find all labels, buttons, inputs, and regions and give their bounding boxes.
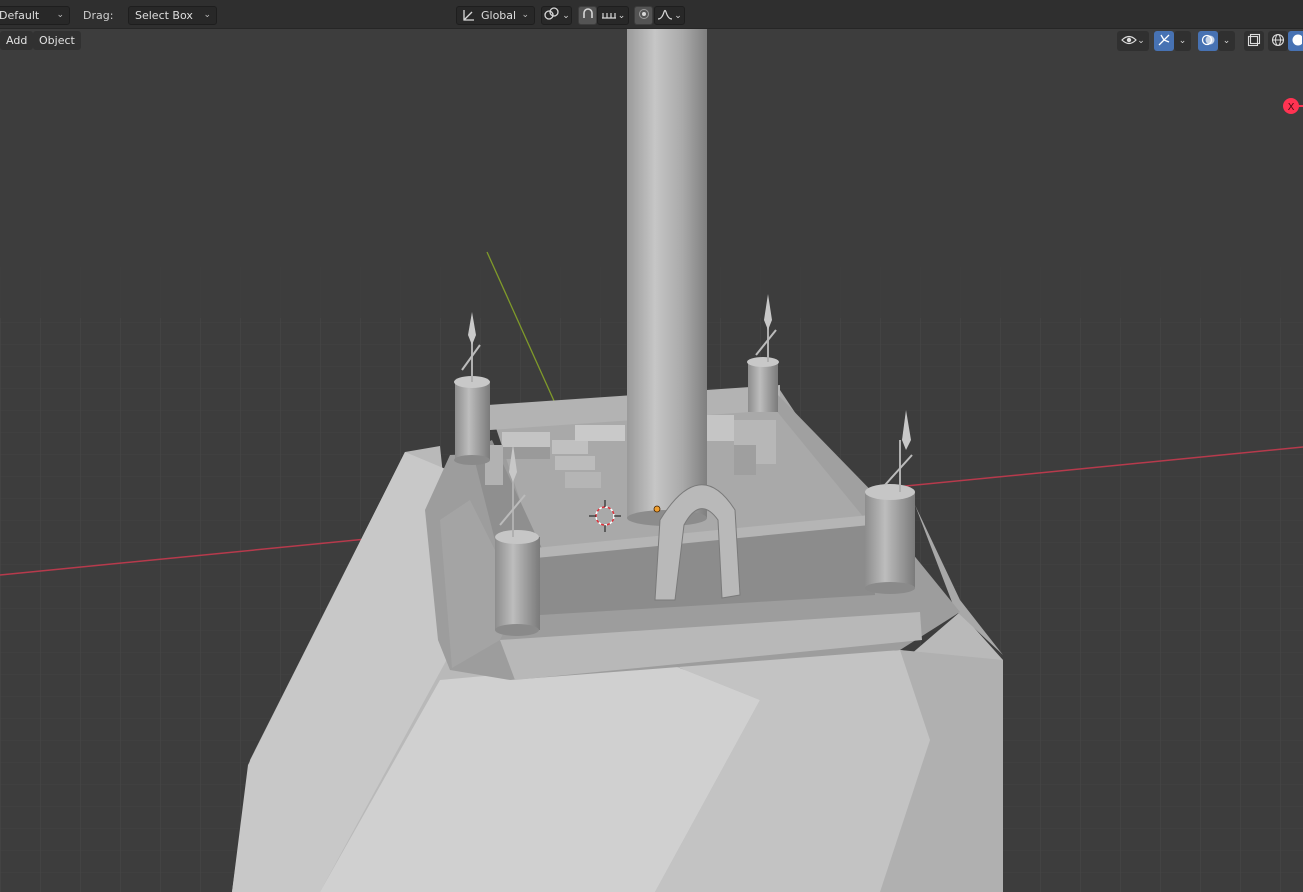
snap-increment-icon: [601, 8, 617, 23]
gizmo-dropdown[interactable]: ⌄: [1174, 31, 1191, 51]
drag-dropdown[interactable]: Select Box ⌄: [128, 6, 217, 25]
overlay-dropdown[interactable]: ⌄: [1218, 31, 1235, 51]
drag-value: Select Box: [135, 9, 193, 22]
wireframe-shading-icon: [1271, 33, 1285, 50]
chevron-down-icon: ⌄: [617, 10, 626, 21]
orientation-value: Default: [0, 9, 40, 22]
proportional-editing-icon: [638, 8, 650, 23]
3d-viewport[interactable]: X: [0, 0, 1303, 892]
overlay-toggle[interactable]: [1198, 31, 1218, 51]
chevron-down-icon: ⌄: [1222, 36, 1231, 46]
solid-shading-icon: [1290, 33, 1303, 50]
proportional-editing-toggle[interactable]: [634, 6, 653, 25]
transform-orientation-dropdown[interactable]: Global ⌄: [456, 6, 535, 25]
solid-shading-button[interactable]: [1288, 31, 1303, 51]
gizmo-icon: [1157, 33, 1171, 50]
snap-toggle[interactable]: [578, 6, 597, 25]
chevron-down-icon: ⌄: [562, 10, 570, 21]
chevron-down-icon: ⌄: [56, 10, 64, 20]
object-origin[interactable]: [653, 505, 661, 513]
drag-label: Drag:: [83, 9, 114, 22]
viewport-header: Default ⌄ Drag: Select Box ⌄ Global ⌄ ⌄ …: [0, 0, 1303, 29]
add-menu[interactable]: Add: [0, 31, 34, 50]
pivot-point-icon: [543, 7, 561, 24]
gizmo-toggle[interactable]: [1154, 31, 1174, 51]
xray-toggle[interactable]: [1244, 31, 1264, 51]
chevron-down-icon: ⌄: [1178, 36, 1187, 46]
object-menu[interactable]: Object: [33, 31, 81, 50]
snap-target-dropdown[interactable]: ⌄: [597, 6, 629, 25]
overlay-icon: [1201, 33, 1215, 50]
falloff-icon: [657, 8, 673, 23]
wireframe-shading-button[interactable]: [1268, 31, 1288, 51]
orientation-dropdown[interactable]: Default ⌄: [0, 6, 70, 25]
gizmo-x-label: X: [1288, 102, 1295, 113]
visibility-dropdown[interactable]: ⌄: [1117, 31, 1149, 51]
chevron-down-icon: ⌄: [674, 10, 682, 21]
chevron-down-icon: ⌄: [203, 10, 211, 20]
snap-icon: [581, 7, 595, 24]
central-tower: [627, 28, 707, 526]
transform-orientation-icon: [461, 8, 477, 28]
proportional-falloff-dropdown[interactable]: ⌄: [654, 6, 685, 25]
visibility-icon: [1121, 34, 1138, 49]
transform-orientation-value: Global: [481, 9, 517, 22]
chevron-down-icon: ⌄: [521, 10, 529, 20]
xray-icon: [1247, 33, 1261, 50]
chevron-down-icon: ⌄: [1137, 36, 1145, 46]
pivot-point-button[interactable]: ⌄: [541, 6, 572, 25]
